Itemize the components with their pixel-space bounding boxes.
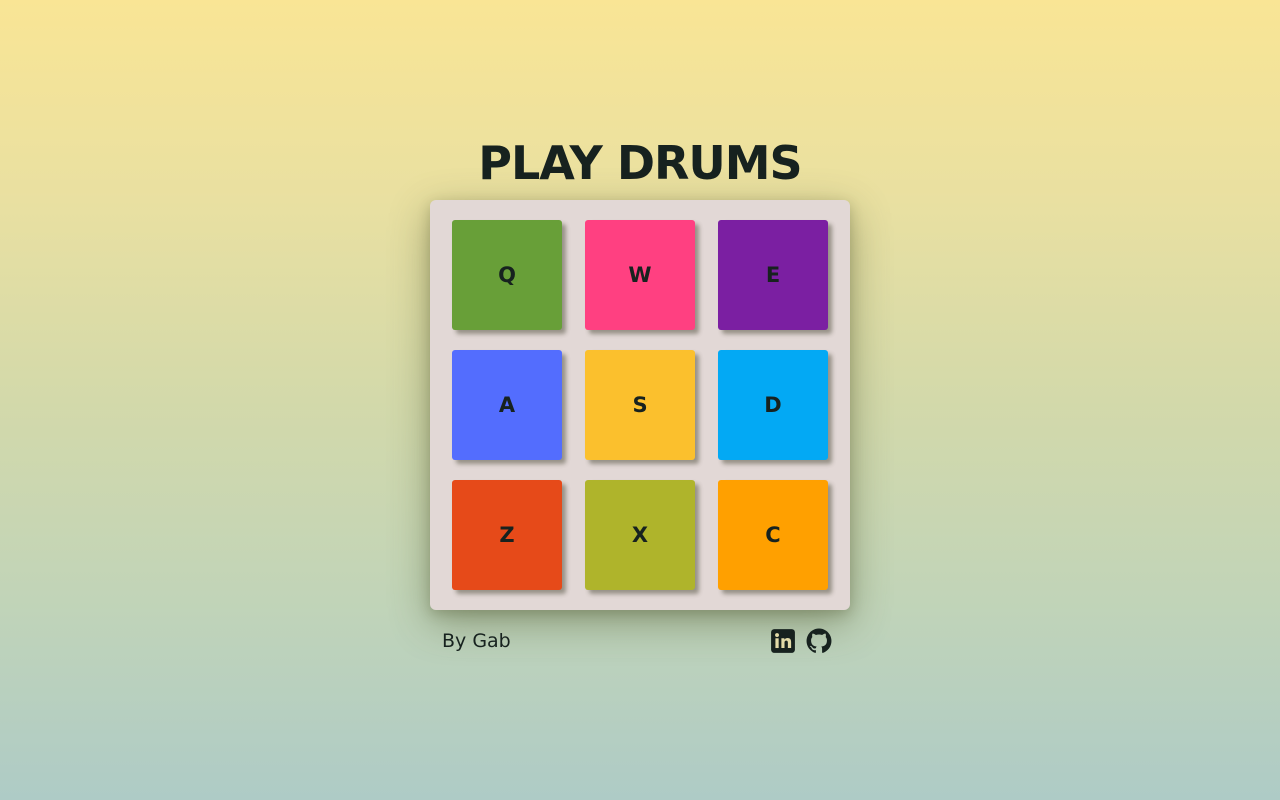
drum-pad-z[interactable]: Z: [452, 480, 562, 590]
drum-pad-w[interactable]: W: [585, 220, 695, 330]
drum-pad-label: C: [765, 523, 781, 547]
github-link[interactable]: [806, 628, 832, 654]
drum-pad-label: S: [632, 393, 648, 417]
drum-pad-label: X: [631, 523, 649, 547]
drum-pad-label: A: [498, 393, 516, 417]
page-title: PLAY DRUMS: [478, 136, 802, 190]
github-icon: [806, 628, 832, 653]
drum-pad-x[interactable]: X: [585, 480, 695, 590]
drum-pad-s[interactable]: S: [585, 350, 695, 460]
drum-pad-e[interactable]: E: [718, 220, 828, 330]
drum-pad-q[interactable]: Q: [452, 220, 562, 330]
drum-board: Q W E A S D Z X C: [430, 200, 850, 610]
drum-pad-d[interactable]: D: [718, 350, 828, 460]
drum-pad-label: E: [765, 263, 781, 287]
author-credit: By Gab: [442, 630, 511, 652]
drum-pad-c[interactable]: C: [718, 480, 828, 590]
linkedin-icon: [771, 629, 795, 653]
linkedin-link[interactable]: [770, 628, 796, 654]
drum-pad-a[interactable]: A: [452, 350, 562, 460]
drum-pad-label: D: [764, 393, 782, 417]
drum-pad-label: Z: [499, 523, 515, 547]
drum-pad-label: W: [628, 263, 652, 287]
drum-pad-label: Q: [498, 263, 516, 287]
